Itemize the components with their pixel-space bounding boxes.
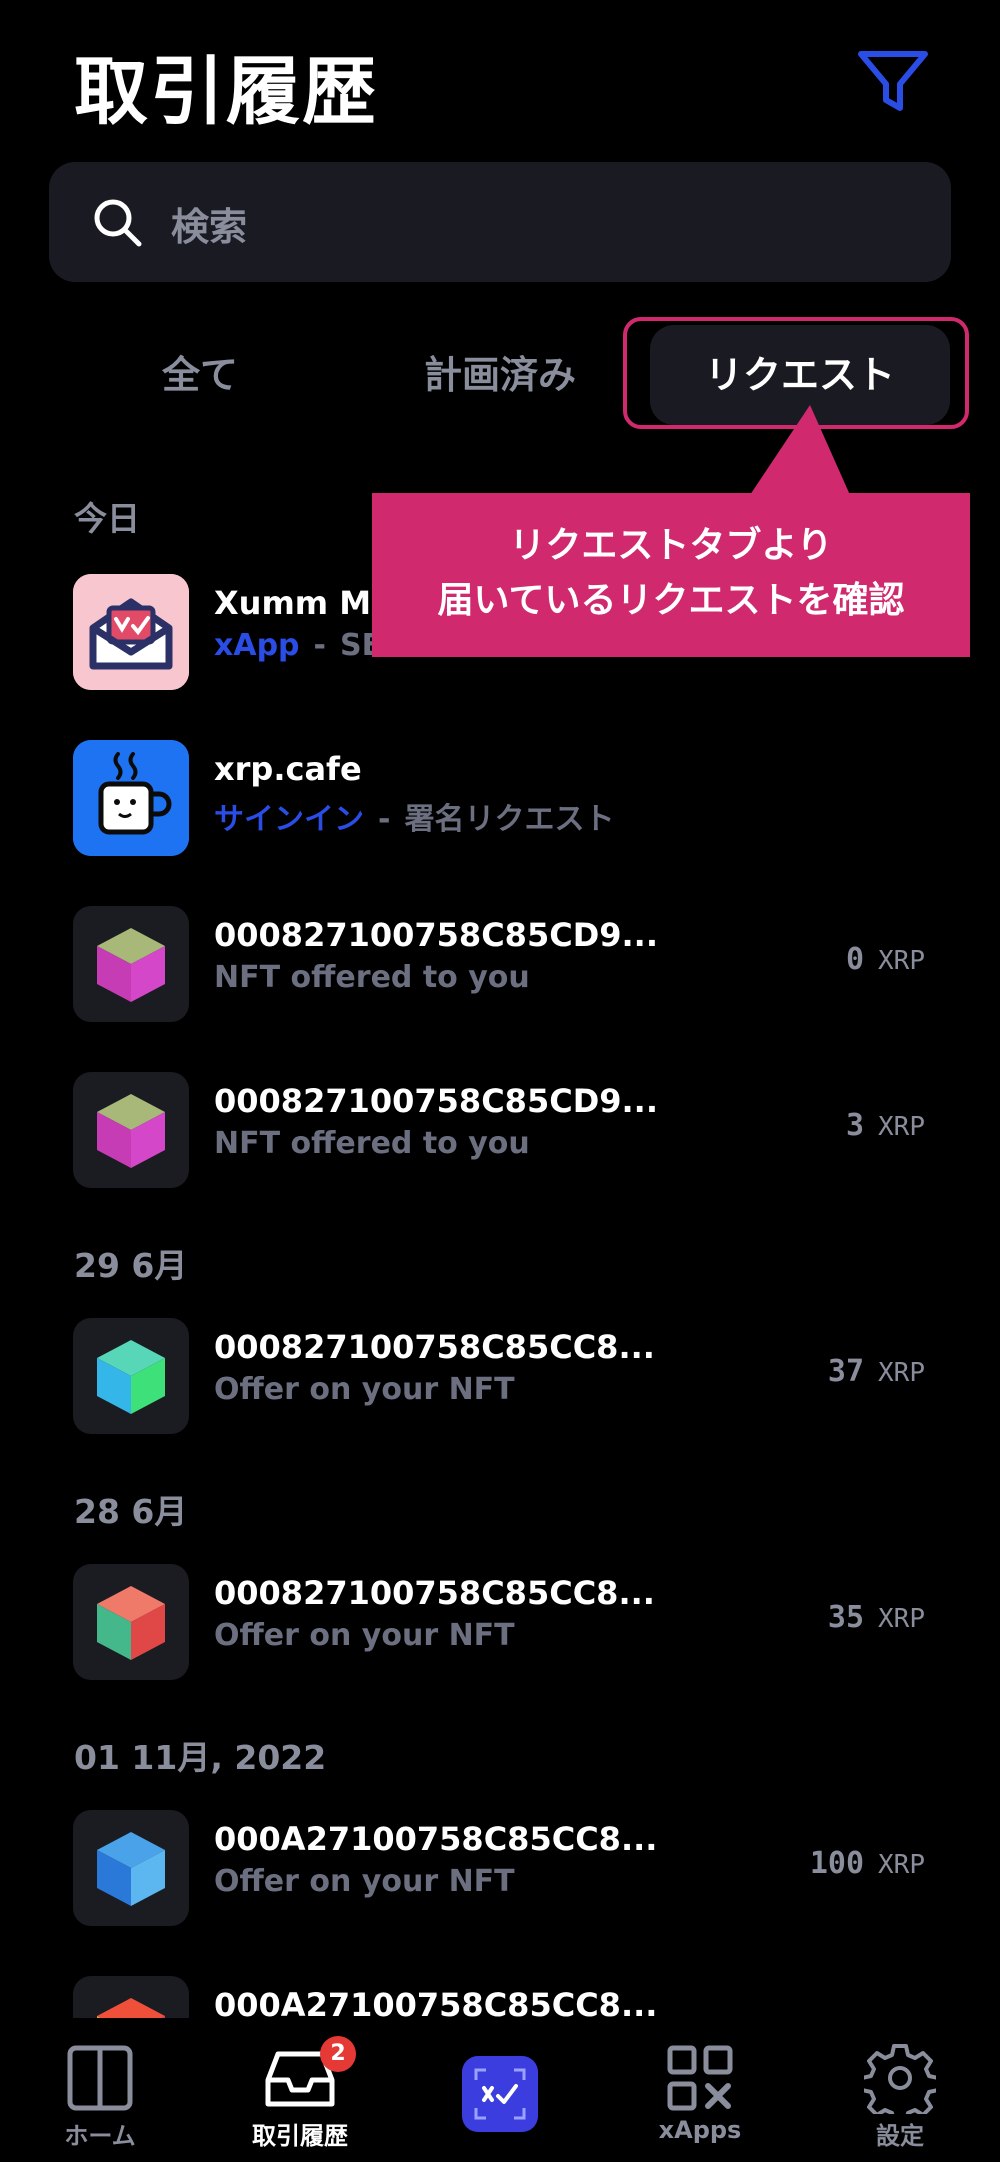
nav-xapps-label: xApps	[658, 2116, 742, 2144]
row-desc: NFT offered to you	[214, 960, 530, 995]
list-item[interactable]: 000827100758C85CD9... NFT offered to you…	[0, 1064, 1000, 1194]
amount-currency: XRP	[878, 1604, 925, 1634]
row-desc: Offer on your NFT	[214, 1372, 515, 1407]
nav-history-label: 取引履歴	[252, 2122, 348, 2150]
section-header-date: 29 6月	[74, 1246, 188, 1285]
history-badge: 2	[320, 2036, 356, 2072]
list-item[interactable]: 000827100758C85CC8... Offer on your NFT …	[0, 1310, 1000, 1440]
xumm-scan-icon	[474, 2068, 526, 2120]
row-desc: Offer on your NFT	[214, 1618, 515, 1653]
callout-annotation: リクエストタブより 届いているリクエストを確認	[372, 493, 970, 657]
search-bar[interactable]: 検索	[49, 162, 951, 282]
row-title: 000827100758C85CD9...	[214, 1082, 658, 1120]
list-item[interactable]: 000827100758C85CC8... Offer on your NFT …	[0, 1556, 1000, 1686]
nav-home[interactable]: ホーム	[20, 2018, 180, 2162]
row-title: 000827100758C85CC8...	[214, 1328, 655, 1366]
amount-value: 0	[845, 942, 865, 977]
list-item[interactable]: xrp.cafe サインイン - 署名リクエスト	[0, 732, 1000, 862]
callout-line-1: リクエストタブより	[509, 525, 833, 566]
filter-icon[interactable]	[855, 48, 931, 114]
amount-value: 100	[809, 1846, 865, 1881]
nft-cube-icon	[73, 906, 189, 1022]
row-desc: NFT offered to you	[214, 1126, 530, 1161]
amount-value: 37	[827, 1354, 865, 1389]
row-title: xrp.cafe	[214, 750, 362, 788]
nav-home-label: ホーム	[64, 2122, 136, 2150]
page-title: 取引履歴	[74, 49, 378, 135]
search-placeholder: 検索	[171, 205, 248, 249]
row-title: 000A27100758C85CC8...	[214, 1820, 658, 1858]
amount-value: 35	[827, 1600, 865, 1635]
amount-value: 3	[845, 1108, 865, 1143]
scan-button[interactable]	[462, 2056, 538, 2132]
row-desc: 署名リクエスト	[404, 802, 615, 837]
row-title: 000827100758C85CC8...	[214, 1574, 655, 1612]
section-header-today: 今日	[74, 499, 140, 538]
nav-settings-label: 設定	[876, 2122, 924, 2150]
row-amount: 0 XRP	[846, 942, 925, 977]
amount-currency: XRP	[878, 1112, 925, 1142]
nav-history[interactable]: 取引履歴	[220, 2018, 380, 2162]
gear-icon	[864, 2044, 936, 2114]
section-header-date: 28 6月	[74, 1492, 188, 1531]
tab-all[interactable]: 全て	[100, 325, 300, 425]
tab-planned[interactable]: 計画済み	[400, 325, 600, 425]
row-kind: xApp	[214, 628, 300, 663]
list-item[interactable]: 000A27100758C85CC8... Offer on your NFT …	[0, 1802, 1000, 1932]
nft-cube-icon	[73, 1810, 189, 1926]
callout-line-2: 届いているリクエストを確認	[437, 580, 905, 621]
row-amount: 37 XRP	[828, 1354, 925, 1389]
amount-currency: XRP	[878, 1850, 925, 1880]
xapp-security-icon	[73, 574, 189, 690]
row-amount: 35 XRP	[828, 1600, 925, 1635]
amount-currency: XRP	[878, 1358, 925, 1388]
row-kind: サインイン	[214, 802, 364, 837]
row-subtitle: サインイン - 署名リクエスト	[214, 802, 615, 837]
xapps-grid-icon	[667, 2045, 733, 2111]
amount-currency: XRP	[878, 946, 925, 976]
section-header-date: 01 11月, 2022	[74, 1738, 327, 1777]
home-icon	[67, 2045, 133, 2111]
search-icon	[94, 199, 142, 247]
list-item[interactable]: 000827100758C85CD9... NFT offered to you…	[0, 898, 1000, 1028]
row-title: 000827100758C85CD9...	[214, 916, 658, 954]
row-amount: 100 XRP	[810, 1846, 925, 1881]
row-amount: 3 XRP	[846, 1108, 925, 1143]
nav-settings[interactable]: 設定	[820, 2018, 980, 2162]
xrp-cafe-icon	[73, 740, 189, 856]
row-desc: Offer on your NFT	[214, 1864, 515, 1899]
nft-cube-icon	[73, 1318, 189, 1434]
nft-cube-icon	[73, 1072, 189, 1188]
nft-cube-icon	[73, 1564, 189, 1680]
nav-xapps[interactable]: xApps	[620, 2018, 780, 2162]
row-title: Xumm Me	[214, 584, 393, 622]
callout-pointer	[750, 405, 850, 495]
